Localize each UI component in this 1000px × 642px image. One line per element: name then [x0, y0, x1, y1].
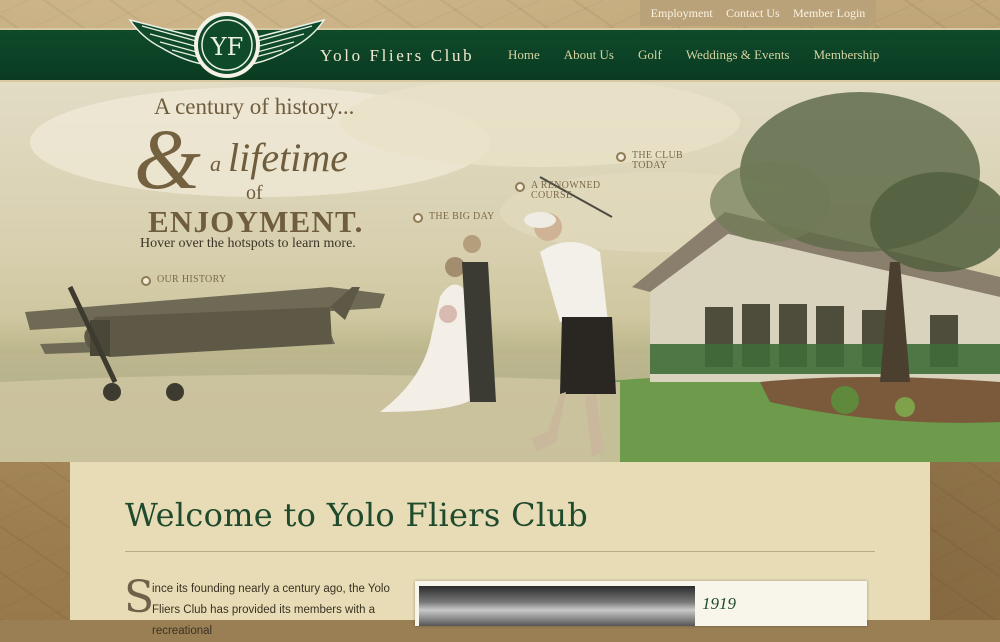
hotspot-dot-icon	[515, 182, 525, 192]
hotspot-renowned-course[interactable]: A Renowned Course	[515, 181, 600, 201]
page-title: Welcome to Yolo Fliers Club	[125, 496, 589, 534]
intro-text: ince its founding nearly a century ago, …	[152, 583, 390, 637]
intro-dropcap: S	[124, 572, 155, 623]
hotspot-dot-icon	[413, 213, 423, 223]
hero-word-lifetime: lifetime	[228, 135, 348, 180]
hotspot-label: A Renowned Course	[531, 180, 601, 201]
photo-caption-year: 1919	[702, 594, 736, 613]
main-content: Welcome to Yolo Fliers Club S ince its f…	[70, 462, 930, 637]
hotspot-label: The Big Day	[429, 211, 495, 222]
hero-banner: A century of history... & a lifetime of …	[0, 82, 1000, 462]
hotspot-our-history[interactable]: Our History	[141, 275, 227, 286]
hotspot-dot-icon	[141, 276, 151, 286]
utility-nav: Employment Contact Us Member Login	[640, 0, 876, 26]
nav-golf[interactable]: Golf	[638, 47, 662, 63]
site-name: Yolo Fliers Club	[320, 46, 475, 65]
hotspot-club-today[interactable]: The Club Today	[616, 151, 683, 171]
hero-ampersand: &	[134, 111, 201, 207]
hotspot-label: The Club Today	[632, 150, 684, 171]
hotspot-dot-icon	[616, 152, 626, 162]
nav-about-us[interactable]: About Us	[564, 47, 614, 63]
hotspot-big-day[interactable]: The Big Day	[413, 212, 495, 223]
main-nav: Home About Us Golf Weddings & Events Mem…	[496, 30, 891, 80]
winged-logo[interactable]: YF	[122, 8, 332, 82]
nav-home[interactable]: Home	[508, 47, 540, 63]
hotspot-label: Our History	[157, 274, 227, 285]
hero-word-a: a	[210, 151, 221, 176]
nav-weddings-events[interactable]: Weddings & Events	[686, 47, 790, 63]
hero-word-of: of	[246, 182, 263, 204]
title-divider	[125, 551, 875, 552]
history-photo	[419, 586, 695, 626]
util-link-contact-us[interactable]: Contact Us	[726, 6, 780, 21]
util-link-member-login[interactable]: Member Login	[793, 6, 865, 21]
logo-monogram: YF	[210, 33, 244, 61]
util-link-employment[interactable]: Employment	[651, 6, 713, 21]
nav-membership[interactable]: Membership	[814, 47, 880, 63]
history-photo-card[interactable]: 1919	[415, 581, 867, 626]
hero-hint: Hover over the hotspots to learn more.	[140, 236, 356, 251]
hero-word-enjoyment: ENJOYMENT.	[148, 204, 364, 239]
